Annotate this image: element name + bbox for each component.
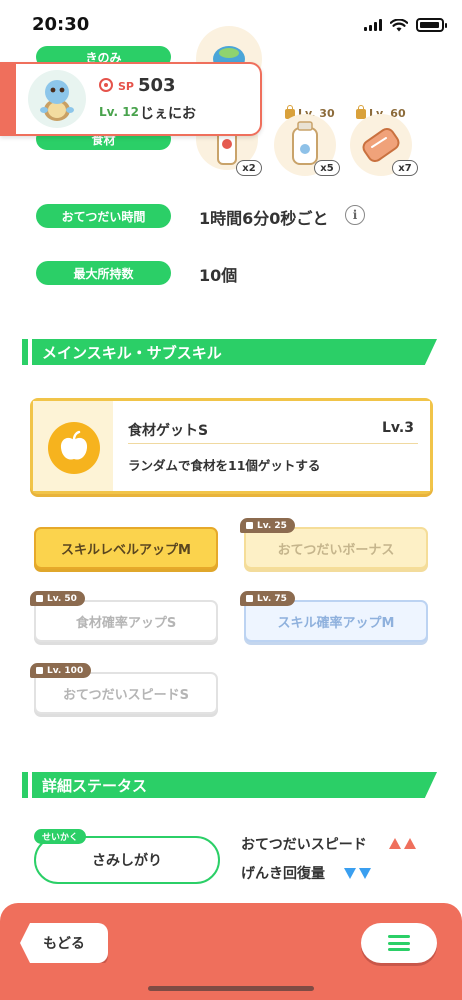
lock-level-text: Lv. 100 xyxy=(47,665,84,676)
back-button[interactable]: もどる xyxy=(20,923,108,963)
main-skill-description: ランダムで食材を11個ゲットする xyxy=(128,458,321,473)
sub-skill-1-button[interactable]: スキルレベルアップM xyxy=(34,527,218,569)
apple-icon xyxy=(60,430,88,460)
pokeball-icon xyxy=(99,78,113,92)
sub-skill-2-button[interactable]: おてつだいボーナス xyxy=(244,527,428,569)
lock-level-text: Lv. 25 xyxy=(257,520,287,531)
divider xyxy=(128,443,418,444)
menu-button[interactable] xyxy=(361,923,437,963)
lock-level-text: Lv. 75 xyxy=(257,593,287,604)
help-time-label: おてつだい時間 xyxy=(36,204,171,228)
main-skill-name: 食材ゲットS xyxy=(128,423,209,439)
down-arrow-icon xyxy=(344,868,356,879)
section-title: 詳細ステータス xyxy=(32,772,437,798)
section-bar xyxy=(22,339,28,365)
lock-icon xyxy=(36,667,43,674)
up-arrow-icon xyxy=(389,838,401,849)
pokemon-avatar xyxy=(28,70,86,128)
down-arrow-icon xyxy=(359,868,371,879)
sp-value: 503 xyxy=(138,75,176,96)
section-bar xyxy=(22,772,28,798)
sub-skill-4-button[interactable]: スキル確率アップM xyxy=(244,600,428,642)
section-header-details: 詳細ステータス xyxy=(22,772,437,798)
sub-skill-5-button[interactable]: おてつだいスピードS xyxy=(34,672,218,714)
pokemon-card-tab xyxy=(0,62,16,136)
sub-skill-2-lock-tag: Lv. 25 xyxy=(240,518,295,533)
section-title: メインスキル・サブスキル xyxy=(32,339,437,365)
nature-down-stat: げんき回復量 xyxy=(241,866,325,882)
status-time: 20:30 xyxy=(32,14,90,35)
squirtle-icon xyxy=(40,80,74,121)
max-carry-value: 10個 xyxy=(199,266,238,285)
ingredient-count: x7 xyxy=(392,160,418,176)
info-icon[interactable]: i xyxy=(345,205,365,225)
lock-level-text: Lv. 50 xyxy=(47,593,77,604)
battery-icon xyxy=(416,18,447,32)
ingredient-count: x2 xyxy=(236,160,262,176)
section-header-skills: メインスキル・サブスキル xyxy=(22,339,437,365)
up-arrow-icon xyxy=(404,838,416,849)
sub-skill-4-lock-tag: Lv. 75 xyxy=(240,591,295,606)
sub-skill-3-button[interactable]: 食材確率アップS xyxy=(34,600,218,642)
hamburger-icon xyxy=(388,935,410,951)
stat-up-arrows xyxy=(389,838,419,849)
nature-up-stat: おてつだいスピード xyxy=(241,837,367,853)
main-skill-text-area xyxy=(113,401,430,491)
lock-icon xyxy=(246,595,253,602)
sp-label: SP xyxy=(118,80,134,93)
wifi-icon xyxy=(390,18,408,31)
home-indicator xyxy=(148,986,314,991)
main-skill-icon-circle xyxy=(48,422,100,474)
lock-icon xyxy=(246,522,253,529)
main-skill-level: Lv.3 xyxy=(382,420,414,436)
pokemon-level: Lv. 12 xyxy=(99,105,139,119)
ingredient-count: x5 xyxy=(314,160,340,176)
stat-down-arrows xyxy=(344,868,374,879)
nature-tag: せいかく xyxy=(34,829,87,844)
max-carry-label: 最大所持数 xyxy=(36,261,171,285)
sub-skill-3-lock-tag: Lv. 50 xyxy=(30,591,85,606)
sub-skill-5-lock-tag: Lv. 100 xyxy=(30,663,92,678)
help-time-value: 1時間6分0秒ごと xyxy=(199,209,329,228)
pokemon-nickname: じぇにお xyxy=(140,106,196,122)
lock-icon xyxy=(36,595,43,602)
status-icons xyxy=(364,18,447,32)
cellular-signal-icon xyxy=(364,19,382,31)
